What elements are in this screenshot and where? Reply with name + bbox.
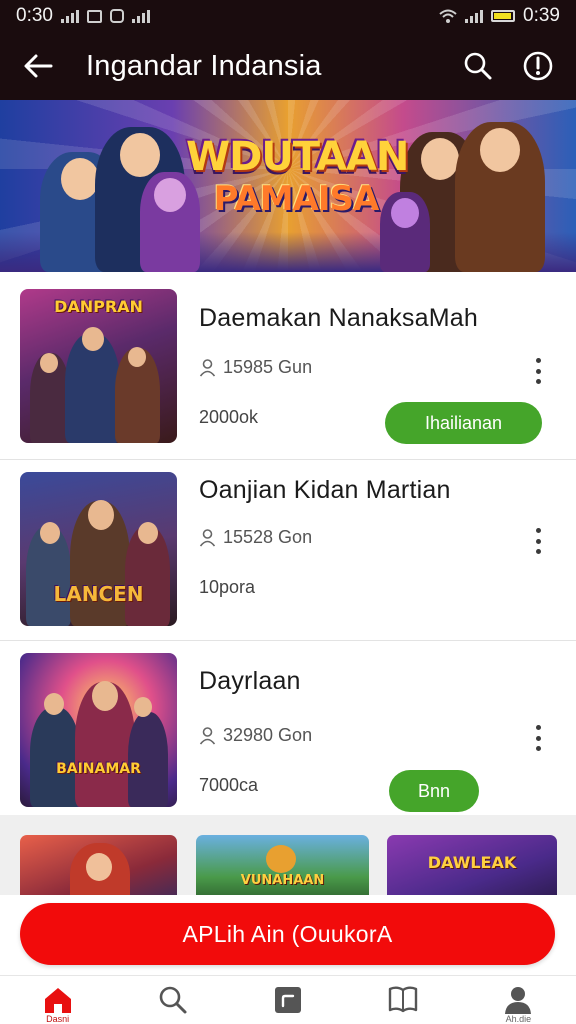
item-meta: 15985 Gun [199,357,312,378]
item-meta-text: 15985 Gun [223,357,313,377]
banner-title-line2: PAMAISA [213,179,380,219]
nav-home-label: Dasni [46,1014,70,1024]
item-thumbnail[interactable]: BAINAMAR [20,653,177,807]
user-icon [199,726,216,745]
status-time-right: 0:39 [523,5,560,26]
bottom-nav: Dasni Ah.die [0,975,576,1024]
battery-icon [491,10,516,22]
alert-circle-icon [523,51,553,81]
thumbnail-logo: LANCEN [53,582,144,606]
banner-logo: WDUTAAN PAMAISA [186,134,409,220]
primary-cta-button[interactable]: APLih Ain (OuukorA [20,903,555,965]
status-right: 0:39 [439,5,560,27]
profile-icon [505,987,532,1014]
strip-tile[interactable] [20,835,177,899]
more-options-button[interactable] [528,725,548,751]
status-time-left: 0:30 [16,5,53,26]
item-meta-text: 15528 Gon [223,527,313,547]
item-thumbnail[interactable]: DANPRAN [20,289,177,443]
wifi-icon [439,9,457,23]
home-icon [44,988,71,1013]
user-icon [199,358,216,377]
info-button[interactable] [508,32,568,100]
thumbnail-logo: BAINAMAR [56,761,141,777]
more-options-button[interactable] [528,528,548,554]
strip-tile-title: DAWLEAK [427,853,517,872]
nav-bookmarks[interactable] [346,976,461,1024]
item-action-button[interactable]: Ihailianan [385,402,542,444]
status-bar: 0:30 0:39 [0,0,576,32]
recommended-strip: VUNAHAAN DAWLEAK [0,815,576,899]
signal-icon [60,9,79,23]
list-item[interactable]: BAINAMAR Dayrlaan 32980 Gon 7000ca Bnn [0,641,576,815]
item-action-button[interactable]: Bnn [389,770,479,812]
item-meta: 15528 Gon [199,527,312,548]
list-item[interactable]: DANPRAN Daemakan NanaksaMah 15985 Gun 20… [0,272,576,460]
strip-tile-title: VUNAHAAN [240,873,325,888]
item-title: Dayrlaan [199,667,301,695]
app-notification-icon [109,9,124,23]
nav-profile[interactable]: Ah.die [461,976,576,1024]
item-meta-text: 32980 Gon [223,725,313,745]
status-left: 0:30 [16,5,150,27]
arrow-left-icon [24,54,53,78]
strip-tile[interactable]: DAWLEAK [387,835,557,899]
user-icon [199,528,216,547]
hero-banner[interactable]: WDUTAAN PAMAISA [0,100,576,272]
nav-home[interactable]: Dasni [0,976,115,1024]
item-meta: 32980 Gon [199,725,312,746]
item-price: 2000ok [199,407,259,427]
book-bookmark-icon [389,986,418,1013]
item-thumbnail[interactable]: LANCEN [20,472,177,626]
nav-search[interactable] [115,976,230,1024]
search-button[interactable] [448,32,508,100]
item-title: Oanjian Kidan Martian [199,476,451,504]
back-button[interactable] [0,32,76,100]
cta-container: APLih Ain (OuukorA [0,895,576,975]
item-list: DANPRAN Daemakan NanaksaMah 15985 Gun 20… [0,272,576,815]
signal-secondary-icon [131,9,150,23]
item-title: Daemakan NanaksaMah [199,304,478,332]
strip-tile[interactable]: VUNAHAAN [196,835,369,899]
nav-profile-label: Ah.die [505,1014,532,1024]
banner-title-line1: WDUTAAN [186,134,409,180]
search-icon [464,52,492,80]
banner-hero-right-2 [455,122,545,272]
item-price: 10pora [199,577,256,597]
card-icon [275,987,301,1013]
cell-signal-icon [465,9,484,23]
nav-library[interactable] [230,976,345,1024]
more-options-button[interactable] [528,358,548,384]
app-screen: 0:30 0:39 Ingandar Indansia WDUTAAN PAMA… [0,0,576,1024]
list-item[interactable]: LANCEN Oanjian Kidan Martian 15528 Gon 1… [0,460,576,641]
app-bar: Ingandar Indansia [0,32,576,100]
notification-box-icon [86,9,102,23]
page-title: Ingandar Indansia [86,49,322,82]
item-price: 7000ca [199,775,259,795]
thumbnail-logo: DANPRAN [54,297,143,316]
search-icon [159,986,187,1014]
